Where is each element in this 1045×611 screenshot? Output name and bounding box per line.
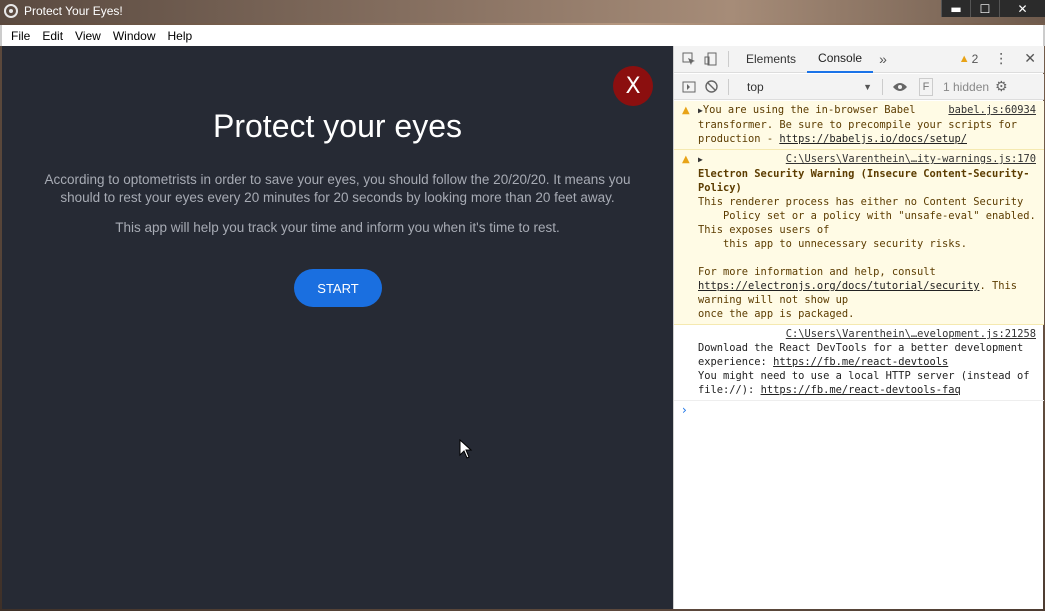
live-expression-eye-icon[interactable] <box>889 76 911 98</box>
help-prefix: For more information and help, consult <box>698 266 936 278</box>
app-window: Protect Your Eyes! ▬ ☐ ✕ File Edit View … <box>0 0 1045 611</box>
info-text: This app will help you track your time a… <box>115 220 560 235</box>
kebab-menu-icon[interactable]: ⋮ <box>986 51 1016 67</box>
message-help: For more information and help, consult h… <box>698 265 1036 321</box>
title-bar[interactable]: Protect Your Eyes! ▬ ☐ ✕ <box>0 0 1045 23</box>
console-message-security-warning: ▲ ▶ C:\Users\Varenthein\…ity-warnings.js… <box>674 150 1044 325</box>
console-message-react-devtools: C:\Users\Varenthein\…evelopment.js:21258… <box>674 325 1044 401</box>
mouse-cursor-icon <box>459 439 473 459</box>
menu-view[interactable]: View <box>69 29 107 43</box>
menu-window[interactable]: Window <box>107 29 162 43</box>
minimize-button[interactable]: ▬ <box>941 0 970 17</box>
description-line-2: should to rest your eyes every 20 minute… <box>60 190 615 205</box>
message-line-2: You might need to use a local HTTP serve… <box>698 369 1036 397</box>
electron-security-link[interactable]: https://electronjs.org/docs/tutorial/sec… <box>698 280 980 292</box>
message-source-link[interactable]: C:\Users\Varenthein\…evelopment.js:21258 <box>786 327 1036 341</box>
hidden-messages-count[interactable]: 1 hidden <box>943 80 989 94</box>
context-value: top <box>747 79 764 94</box>
warning-count: 2 <box>971 52 979 66</box>
devtools-panel: Elements Console » ▲ 2 ⋮ ✕ top ▼ F 1 hid… <box>673 46 1044 609</box>
message-source-link[interactable]: C:\Users\Varenthein\…ity-warnings.js:170 <box>786 152 1036 166</box>
app-pane: X Protect your eyes According to optomet… <box>2 46 673 609</box>
react-devtools-faq-link[interactable]: https://fb.me/react-devtools-faq <box>761 384 961 396</box>
gear-icon[interactable]: ⚙ <box>995 79 1008 95</box>
dropdown-arrow-icon: ▼ <box>863 81 872 92</box>
page-title: Protect your eyes <box>213 108 462 144</box>
device-toolbar-icon[interactable] <box>700 48 722 70</box>
more-tabs-icon[interactable]: » <box>873 51 893 67</box>
warning-counter[interactable]: ▲ 2 <box>959 52 987 66</box>
context-select[interactable]: top ▼ <box>741 77 876 97</box>
window-content: X Protect your eyes According to optomet… <box>2 46 1044 609</box>
filter-divider <box>728 78 729 95</box>
expand-arrow-icon[interactable]: ▶ <box>698 155 703 164</box>
toolbar-divider <box>728 51 729 67</box>
maximize-button[interactable]: ☐ <box>970 0 999 17</box>
description-text: According to optometrists in order to sa… <box>32 171 643 207</box>
menu-help[interactable]: Help <box>162 29 199 43</box>
clear-console-icon[interactable] <box>700 76 722 98</box>
close-window-button[interactable]: ✕ <box>999 0 1045 17</box>
message-body: This renderer process has either no Cont… <box>698 196 1036 250</box>
electron-app-icon <box>4 4 18 18</box>
warning-icon: ▲ <box>682 105 690 116</box>
devtools-toolbar: Elements Console » ▲ 2 ⋮ ✕ <box>674 46 1044 73</box>
console-filter-bar: top ▼ F 1 hidden ⚙ <box>674 74 1044 100</box>
window-controls: ▬ ☐ ✕ <box>941 0 1045 18</box>
console-output: ▲ babel.js:60934 ▶ You are using the in-b… <box>674 101 1044 609</box>
filter-divider-2 <box>882 78 883 95</box>
inspect-element-icon[interactable] <box>678 48 700 70</box>
window-title: Protect Your Eyes! <box>24 4 123 18</box>
description-line-1: According to optometrists in order to sa… <box>44 172 631 187</box>
menu-file[interactable]: File <box>5 29 36 43</box>
babel-docs-link[interactable]: https://babeljs.io/docs/setup/ <box>779 133 967 145</box>
tab-console[interactable]: Console <box>807 46 874 73</box>
console-message-babel-warning: ▲ babel.js:60934 ▶You are using the in-b… <box>674 101 1044 150</box>
menu-edit[interactable]: Edit <box>36 29 69 43</box>
start-button[interactable]: START <box>294 269 382 307</box>
warning-icon: ▲ <box>682 154 690 165</box>
message-text: You are using the in-browser <box>702 104 878 116</box>
message-source-link[interactable]: babel.js:60934 <box>948 103 1036 117</box>
filter-input[interactable]: F <box>919 77 933 96</box>
message-line-1: Download the React DevTools for a better… <box>698 341 1036 369</box>
console-prompt[interactable]: › <box>674 401 1044 419</box>
tab-elements[interactable]: Elements <box>735 46 807 73</box>
warning-icon: ▲ <box>958 53 970 65</box>
menu-bar: File Edit View Window Help <box>0 25 1045 46</box>
app-close-button[interactable]: X <box>613 66 653 106</box>
close-devtools-icon[interactable]: ✕ <box>1016 51 1044 67</box>
message-heading: Electron Security Warning (Insecure Cont… <box>698 168 1030 194</box>
react-devtools-link[interactable]: https://fb.me/react-devtools <box>773 356 948 368</box>
sidebar-toggle-icon[interactable] <box>678 76 700 98</box>
